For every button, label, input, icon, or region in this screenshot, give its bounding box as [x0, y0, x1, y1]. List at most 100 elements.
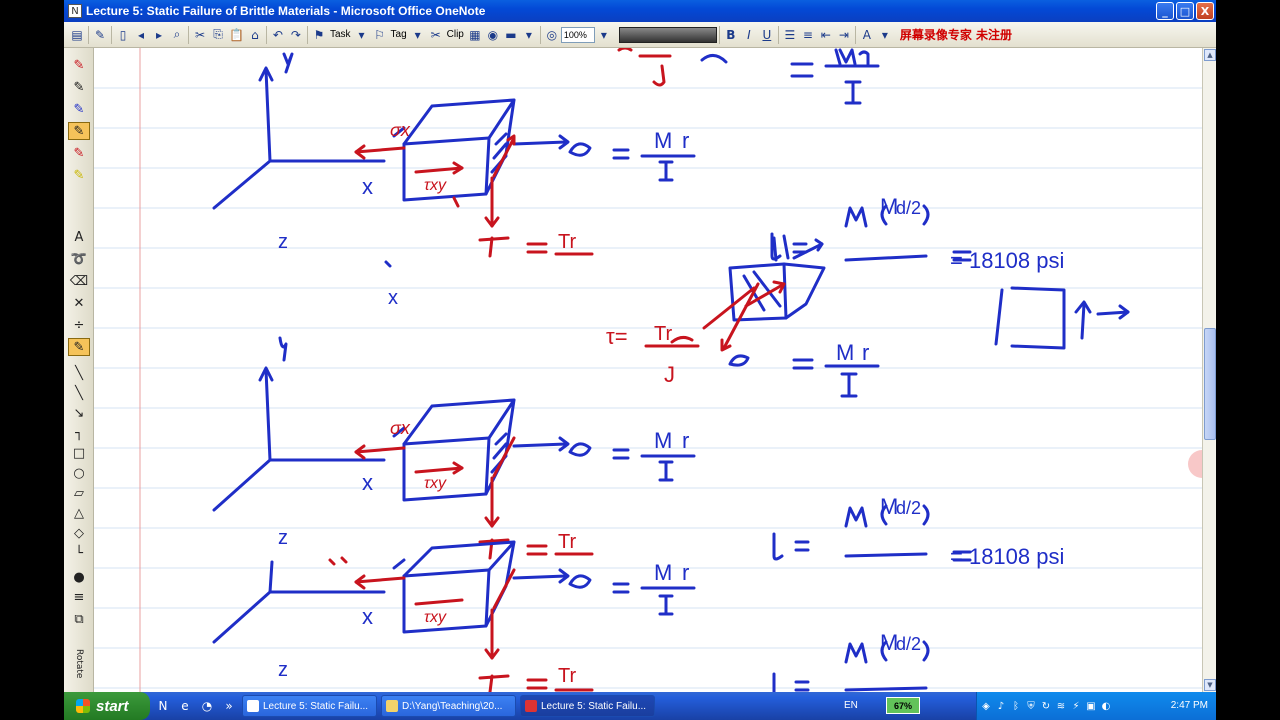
red-marker-icon[interactable]: ✎: [68, 144, 90, 162]
forward-icon[interactable]: ▸: [150, 25, 168, 45]
dropdown-arrow-icon[interactable]: ▾: [409, 25, 427, 45]
taskbar-item-pdf[interactable]: Lecture 5: Static Failu...: [520, 695, 655, 717]
rectangle-tool-icon[interactable]: □: [68, 444, 90, 462]
toolbar-separator: [188, 25, 189, 44]
pen-mode-icon[interactable]: ✎: [68, 338, 90, 356]
task-flag-icon[interactable]: ⚑: [310, 25, 328, 45]
taskbar-item-explorer[interactable]: D:\Yang\Teaching\20...: [381, 695, 516, 717]
undo-icon[interactable]: ↶: [269, 25, 287, 45]
clip-icon[interactable]: ✂: [427, 25, 445, 45]
delete-icon[interactable]: ✕: [68, 294, 90, 312]
parallelogram-tool-icon[interactable]: ▱: [68, 484, 90, 502]
rotate-icon[interactable]: Rotate: [68, 644, 90, 684]
ruled-lines: [94, 87, 1202, 689]
r-label-2: r: [682, 428, 689, 453]
copy-ink-icon[interactable]: ⧉: [68, 610, 90, 628]
security-icon[interactable]: ⛨: [1025, 700, 1037, 712]
circle-tool-icon[interactable]: ○: [68, 464, 90, 482]
update-icon[interactable]: ↻: [1040, 700, 1052, 712]
cut-icon[interactable]: ✂: [191, 25, 209, 45]
lasso-select-icon[interactable]: ➰: [68, 250, 90, 268]
research-icon[interactable]: ◎: [543, 25, 561, 45]
quicklaunch-expand-icon[interactable]: »: [220, 697, 238, 715]
volume-icon[interactable]: ♪: [995, 700, 1007, 712]
text-size-icon[interactable]: A: [68, 228, 90, 246]
back-icon[interactable]: ◂: [132, 25, 150, 45]
pen-icon[interactable]: ✎: [91, 25, 109, 45]
battery-indicator[interactable]: 67%: [886, 697, 920, 714]
minimize-button[interactable]: _: [1156, 2, 1174, 20]
red-pen-icon[interactable]: ✎: [68, 56, 90, 74]
italic-icon[interactable]: I: [740, 25, 758, 45]
insert-space-icon[interactable]: ÷: [68, 316, 90, 334]
onenote-window: N Lecture 5: Static Failure of Brittle M…: [64, 0, 1216, 720]
table-icon[interactable]: ▦: [466, 25, 484, 45]
redo-icon[interactable]: ↷: [287, 25, 305, 45]
numbering-icon[interactable]: ≡: [799, 25, 817, 45]
bullets-icon[interactable]: ☰: [781, 25, 799, 45]
start-label: start: [96, 697, 129, 715]
tag-button-label[interactable]: Tag: [389, 25, 409, 45]
power-icon[interactable]: ⚡: [1070, 700, 1082, 712]
taskbar-item-onenote[interactable]: Lecture 5: Static Failu...: [242, 695, 377, 717]
outlook-quicklaunch-icon[interactable]: ◔: [198, 697, 216, 715]
maximize-button[interactable]: □: [1176, 2, 1194, 20]
bold-icon[interactable]: B: [722, 25, 740, 45]
pen-color-icon[interactable]: ●: [68, 568, 90, 586]
dropdown-arrow-icon[interactable]: ▾: [353, 25, 371, 45]
paste-icon[interactable]: 📋: [227, 25, 246, 45]
line-tool-icon[interactable]: ╲: [68, 364, 90, 382]
tray-app-icon[interactable]: ▣: [1085, 700, 1097, 712]
tag-icon[interactable]: ⚐: [371, 25, 389, 45]
highlighter-pen-icon[interactable]: ✎: [68, 122, 90, 140]
start-button[interactable]: start: [64, 692, 150, 720]
taskbar-item-label: Lecture 5: Static Failu...: [541, 700, 647, 712]
onenote-quicklaunch-icon[interactable]: N: [154, 697, 172, 715]
new-page-icon[interactable]: ▯: [114, 25, 132, 45]
scroll-up-icon[interactable]: ▲: [1204, 49, 1216, 61]
axis-tool-icon[interactable]: ┐: [68, 424, 90, 442]
line-weight-icon[interactable]: ≡: [68, 588, 90, 606]
black-pen-icon[interactable]: ✎: [68, 78, 90, 96]
task-button-label[interactable]: Task: [328, 25, 353, 45]
bluetooth-icon[interactable]: ᛒ: [1010, 700, 1022, 712]
underline-icon[interactable]: U: [758, 25, 776, 45]
scroll-thumb[interactable]: [1204, 328, 1216, 440]
page-view-icon[interactable]: ▤: [68, 25, 86, 45]
line-tool-2-icon[interactable]: ╲: [68, 384, 90, 402]
increase-indent-icon[interactable]: ⇥: [835, 25, 853, 45]
diamond-tool-icon[interactable]: ◇: [68, 524, 90, 542]
format-painter-icon[interactable]: ⌂: [246, 25, 264, 45]
scroll-down-icon[interactable]: ▼: [1204, 679, 1216, 691]
yellow-highlighter-icon[interactable]: ✎: [68, 166, 90, 184]
close-button[interactable]: X: [1196, 2, 1214, 20]
zoom-input[interactable]: 100%: [560, 26, 595, 43]
vertical-scrollbar[interactable]: ▲ ▼: [1202, 48, 1216, 692]
decrease-indent-icon[interactable]: ⇤: [817, 25, 835, 45]
clock[interactable]: 2:47 PM: [1171, 700, 1208, 711]
clip-button-label[interactable]: Clip: [445, 25, 466, 45]
language-indicator[interactable]: EN: [844, 700, 858, 711]
tray-app-2-icon[interactable]: ◐: [1100, 700, 1112, 712]
sigma-x-label-2: σx: [390, 418, 411, 438]
video-record-icon[interactable]: ▬: [502, 25, 520, 45]
onenote-app-icon[interactable]: N: [68, 4, 82, 18]
zoom-dropdown-icon[interactable]: ▾: [595, 25, 613, 45]
copy-icon[interactable]: ⎘: [209, 25, 227, 45]
dropdown-arrow-icon[interactable]: ▾: [876, 25, 894, 45]
dropdown-arrow-icon[interactable]: ▾: [520, 25, 538, 45]
triangle-tool-icon[interactable]: △: [68, 504, 90, 522]
notes-page[interactable]: σx x z τxy M r Tr x M d/2 = 18108 psi τ=…: [94, 48, 1202, 692]
audio-record-icon[interactable]: ◉: [484, 25, 502, 45]
blue-pen-icon[interactable]: ✎: [68, 100, 90, 118]
arrow-tool-icon[interactable]: ↘: [68, 404, 90, 422]
ie-quicklaunch-icon[interactable]: e: [176, 697, 194, 715]
wireless-icon[interactable]: ≋: [1055, 700, 1067, 712]
network-icon[interactable]: ◈: [980, 700, 992, 712]
toolbar-separator: [539, 25, 541, 44]
find-icon[interactable]: ⌕: [168, 25, 186, 45]
font-color-icon[interactable]: A: [858, 25, 876, 45]
eraser-icon[interactable]: ⌫: [68, 272, 90, 290]
font-name-combo[interactable]: [618, 26, 717, 43]
graph-tool-icon[interactable]: └: [68, 544, 90, 562]
